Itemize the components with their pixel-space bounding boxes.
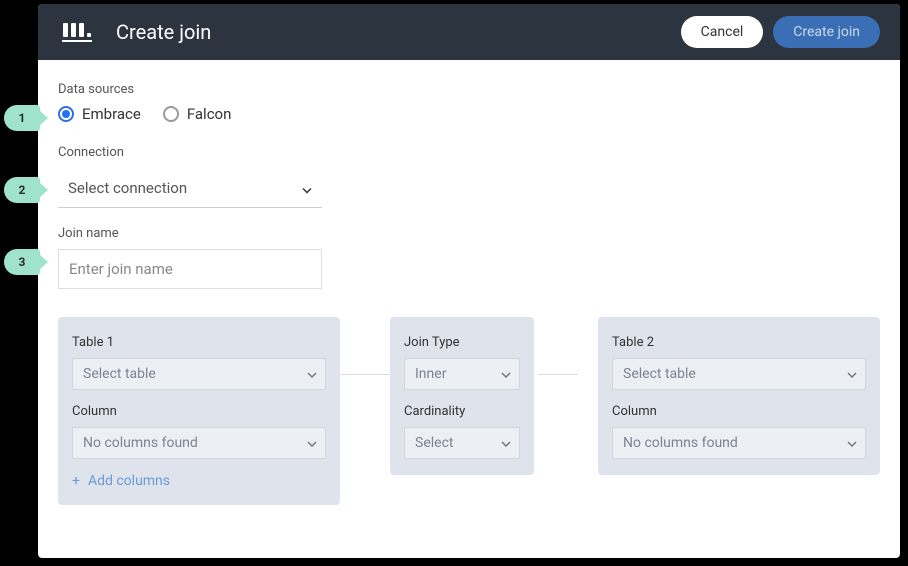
callout-2: 2 [4,177,40,203]
chevron-down-icon [501,435,511,451]
table2-select[interactable]: Select table [612,358,866,390]
create-join-modal: Create join Cancel Create join Data sour… [38,4,900,558]
modal-title: Create join [116,20,681,44]
table1-title: Table 1 [72,335,326,350]
cardinality-select[interactable]: Select [404,427,520,459]
cardinality-label: Cardinality [404,404,520,419]
radio-falcon-label: Falcon [187,105,232,123]
table1-select[interactable]: Select table [72,358,326,390]
join-name-label: Join name [58,226,880,241]
radio-embrace[interactable]: Embrace [58,105,141,123]
radio-icon [58,106,74,122]
data-sources-label: Data sources [58,82,880,97]
plus-icon: + [72,474,80,488]
cancel-button[interactable]: Cancel [681,16,764,48]
table2-title: Table 2 [612,335,866,350]
modal-body: Data sources Embrace Falcon Connection S… [38,60,900,525]
chevron-down-icon [847,435,857,451]
chevron-down-icon [307,435,317,451]
create-join-button[interactable]: Create join [773,16,880,48]
connector-line [338,374,398,375]
join-type-select[interactable]: Inner [404,358,520,390]
table1-panel: Table 1 Select table Column No columns f… [58,317,340,505]
table1-column-select[interactable]: No columns found [72,427,326,459]
callout-1: 1 [4,105,40,131]
connection-label: Connection [58,145,880,160]
radio-embrace-label: Embrace [82,105,141,123]
add-columns-link[interactable]: + Add columns [72,473,326,489]
radio-falcon[interactable]: Falcon [163,105,232,123]
join-type-label: Join Type [404,335,520,350]
chevron-down-icon [307,366,317,382]
chevron-down-icon [847,366,857,382]
table2-column-label: Column [612,404,866,419]
modal-header: Create join Cancel Create join [38,4,900,60]
connection-select[interactable]: Select connection [58,168,322,208]
app-logo-icon [62,23,92,42]
join-name-input[interactable] [58,249,322,289]
connector-line [538,374,578,375]
join-type-panel: Join Type Inner Cardinality Select [390,317,534,475]
radio-icon [163,106,179,122]
callout-3: 3 [4,249,40,275]
table2-panel: Table 2 Select table Column No columns f… [598,317,880,475]
table1-column-label: Column [72,404,326,419]
table2-column-select[interactable]: No columns found [612,427,866,459]
chevron-down-icon [501,366,511,382]
